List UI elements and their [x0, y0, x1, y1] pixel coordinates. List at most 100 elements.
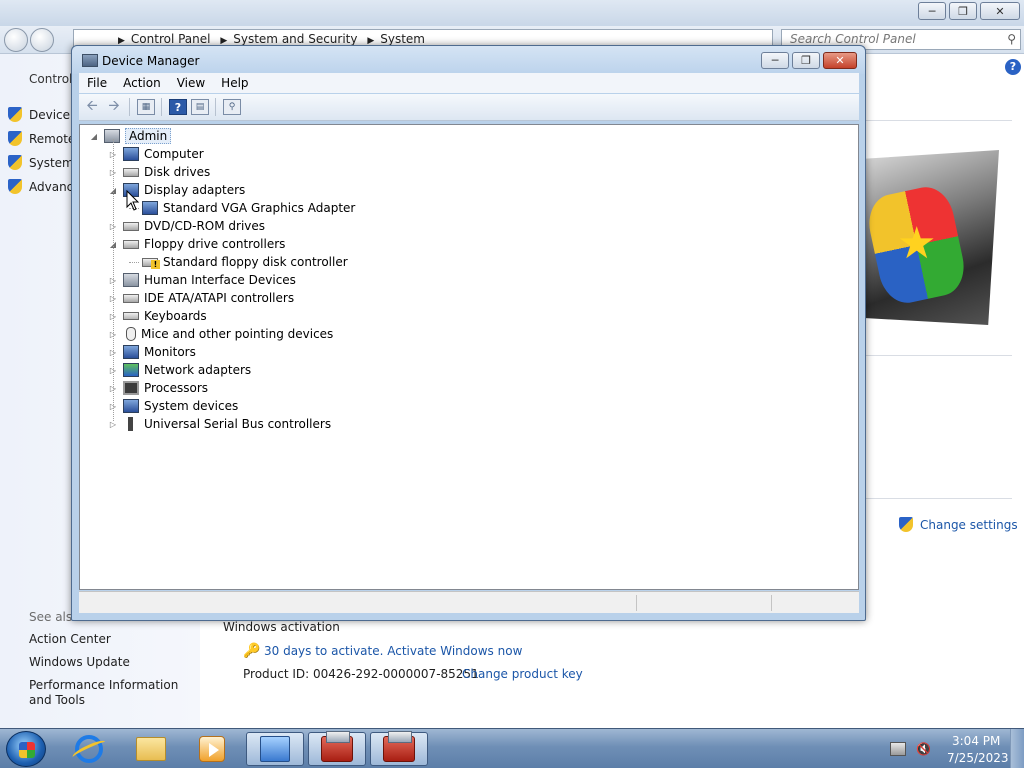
- divider: [866, 498, 1012, 499]
- divider: [866, 355, 1012, 356]
- show-hide-console-tree-icon[interactable]: ▦: [137, 99, 155, 115]
- change-settings-link[interactable]: Change settings: [899, 517, 1018, 532]
- menu-action[interactable]: Action: [115, 76, 169, 90]
- device-tree: ◢ Admin ▷ Computer ▷ Disk drives ◢ Display adap…: [79, 124, 859, 590]
- system-title-bar: ─ ❐ ✕: [0, 0, 1024, 26]
- shield-icon: [8, 131, 22, 146]
- tree-node-label: Mice and other pointing devices: [141, 327, 334, 341]
- divider: [866, 120, 1012, 121]
- tree-connector: [113, 139, 114, 421]
- tree-node-label: Standard VGA Graphics Adapter: [163, 201, 356, 215]
- tree-node-label: DVD/CD-ROM drives: [144, 219, 266, 233]
- breadcrumb-item[interactable]: System and Security: [233, 32, 357, 46]
- see-also-windows-update[interactable]: Windows Update: [29, 655, 199, 670]
- tree-node-label: IDE ATA/ATAPI controllers: [144, 291, 295, 305]
- tree-node-label: System devices: [144, 399, 239, 413]
- tree-node-usb[interactable]: ▷ Universal Serial Bus controllers: [107, 415, 331, 433]
- tree-node-label: Floppy drive controllers: [144, 237, 286, 251]
- key-icon: 🔑: [243, 643, 261, 659]
- see-also-performance-info[interactable]: Performance Information and Tools: [29, 678, 199, 708]
- sidebar-item-advanced-settings[interactable]: Advanc: [8, 179, 73, 194]
- tree-node-monitor[interactable]: ▷ Monitors: [107, 343, 196, 361]
- sidebar-item-remote-settings[interactable]: Remote: [8, 131, 75, 146]
- status-divider: [636, 595, 637, 611]
- close-button[interactable]: ✕: [980, 2, 1020, 20]
- tree-root-admin[interactable]: ◢ Admin: [88, 127, 172, 145]
- toolbar-separator: [129, 98, 130, 116]
- tree-node-hid[interactable]: ▷ Human Interface Devices: [107, 271, 296, 289]
- sidebar-item-system-protection[interactable]: System: [8, 155, 74, 170]
- minimize-button[interactable]: ─: [918, 2, 946, 20]
- breadcrumb-item[interactable]: System: [380, 32, 425, 46]
- properties-icon[interactable]: ▤: [191, 99, 209, 115]
- maximize-button[interactable]: ❐: [792, 52, 820, 69]
- taskbar-control-panel[interactable]: [246, 732, 304, 766]
- processor-icon: [123, 381, 139, 395]
- taskbar-media-player[interactable]: [183, 732, 241, 766]
- system-devices-icon: [123, 399, 139, 413]
- mouse-icon: [126, 327, 136, 341]
- tree-node-disk-drive[interactable]: ▷ Disk drives: [107, 163, 210, 181]
- device-manager-title-bar[interactable]: Device Manager ─ ❐ ✕: [72, 46, 865, 74]
- status-bar: [79, 591, 859, 613]
- taskbar-device-manager[interactable]: [308, 731, 366, 766]
- tree-node-network-adapter[interactable]: ▷ Network adapters: [107, 361, 251, 379]
- see-also-action-center[interactable]: Action Center: [29, 632, 199, 647]
- change-product-key-link[interactable]: Change product key: [462, 667, 583, 681]
- tree-node-floppy-controller[interactable]: ◢ Floppy drive controllers: [107, 235, 286, 253]
- tree-node-label: Display adapters: [144, 183, 246, 197]
- tree-child-device[interactable]: Standard floppy disk controller: [126, 253, 348, 271]
- collapse-arrow-icon[interactable]: ◢: [88, 132, 100, 141]
- tree-node-label: Processors: [144, 381, 209, 395]
- taskbar-windows-explorer[interactable]: [122, 732, 180, 766]
- taskbar: 🔇 3:04 PM 7/25/2023: [0, 728, 1024, 768]
- close-button[interactable]: ✕: [823, 52, 857, 69]
- device-manager-window: Device Manager ─ ❐ ✕ File Action View He…: [71, 45, 866, 621]
- scan-hardware-changes-icon[interactable]: ⚲: [223, 99, 241, 115]
- toolbar: 🡨 🡪 ▦ ? ▤ ⚲: [79, 94, 859, 121]
- minimize-button[interactable]: ─: [761, 52, 789, 69]
- window-title: Device Manager: [102, 54, 200, 68]
- help-icon[interactable]: ?: [1005, 59, 1021, 75]
- tree-node-ide-controller[interactable]: ▷ IDE ATA/ATAPI controllers: [107, 289, 294, 307]
- tree-node-computer[interactable]: ▷ Computer: [107, 145, 204, 163]
- tree-node-keyboard[interactable]: ▷ Keyboards: [107, 307, 207, 325]
- menu-file[interactable]: File: [79, 76, 115, 90]
- back-arrow-icon[interactable]: 🡨: [83, 98, 101, 115]
- computer-icon: [104, 129, 120, 143]
- tree-child-device[interactable]: Standard VGA Graphics Adapter: [126, 199, 355, 217]
- volume-muted-icon[interactable]: 🔇: [916, 742, 932, 756]
- breadcrumb-item[interactable]: Control Panel: [131, 32, 211, 46]
- toolbox-icon: [321, 731, 353, 762]
- show-desktop-button[interactable]: [1010, 729, 1024, 768]
- control-panel-icon: [260, 736, 290, 762]
- tree-node-mouse[interactable]: ▷ Mice and other pointing devices: [107, 325, 333, 343]
- tree-node-label: Human Interface Devices: [144, 273, 296, 287]
- shield-icon: [8, 155, 22, 170]
- menu-view[interactable]: View: [169, 76, 213, 90]
- network-icon[interactable]: [890, 742, 906, 756]
- activate-windows-link[interactable]: 🔑 30 days to activate. Activate Windows …: [243, 644, 522, 658]
- clock-time[interactable]: 3:04 PM: [952, 734, 1000, 748]
- tree-node-system-devices[interactable]: ▷ System devices: [107, 397, 238, 415]
- tree-node-dvd-drive[interactable]: ▷ DVD/CD-ROM drives: [107, 217, 265, 235]
- toolbar-separator: [215, 98, 216, 116]
- start-button[interactable]: [6, 731, 46, 767]
- help-icon[interactable]: ?: [169, 99, 187, 115]
- clock-date[interactable]: 7/25/2023: [947, 751, 1009, 765]
- menu-help[interactable]: Help: [213, 76, 256, 90]
- hid-icon: [123, 273, 139, 287]
- forward-arrow-icon[interactable]: 🡪: [105, 98, 123, 115]
- taskbar-computer-management[interactable]: [370, 731, 428, 766]
- tree-node-label: Standard floppy disk controller: [163, 255, 348, 269]
- toolbox-icon: [383, 731, 415, 762]
- maximize-button[interactable]: ❐: [949, 2, 977, 20]
- forward-button[interactable]: [30, 28, 54, 52]
- back-button[interactable]: [4, 28, 28, 52]
- taskbar-internet-explorer[interactable]: [60, 732, 118, 766]
- internet-explorer-icon: [75, 735, 103, 763]
- tree-node-label: Computer: [144, 147, 204, 161]
- search-icon[interactable]: ⚲: [1007, 30, 1016, 49]
- floppy-controller-icon: [123, 239, 139, 249]
- tree-node-processor[interactable]: ▷ Processors: [107, 379, 208, 397]
